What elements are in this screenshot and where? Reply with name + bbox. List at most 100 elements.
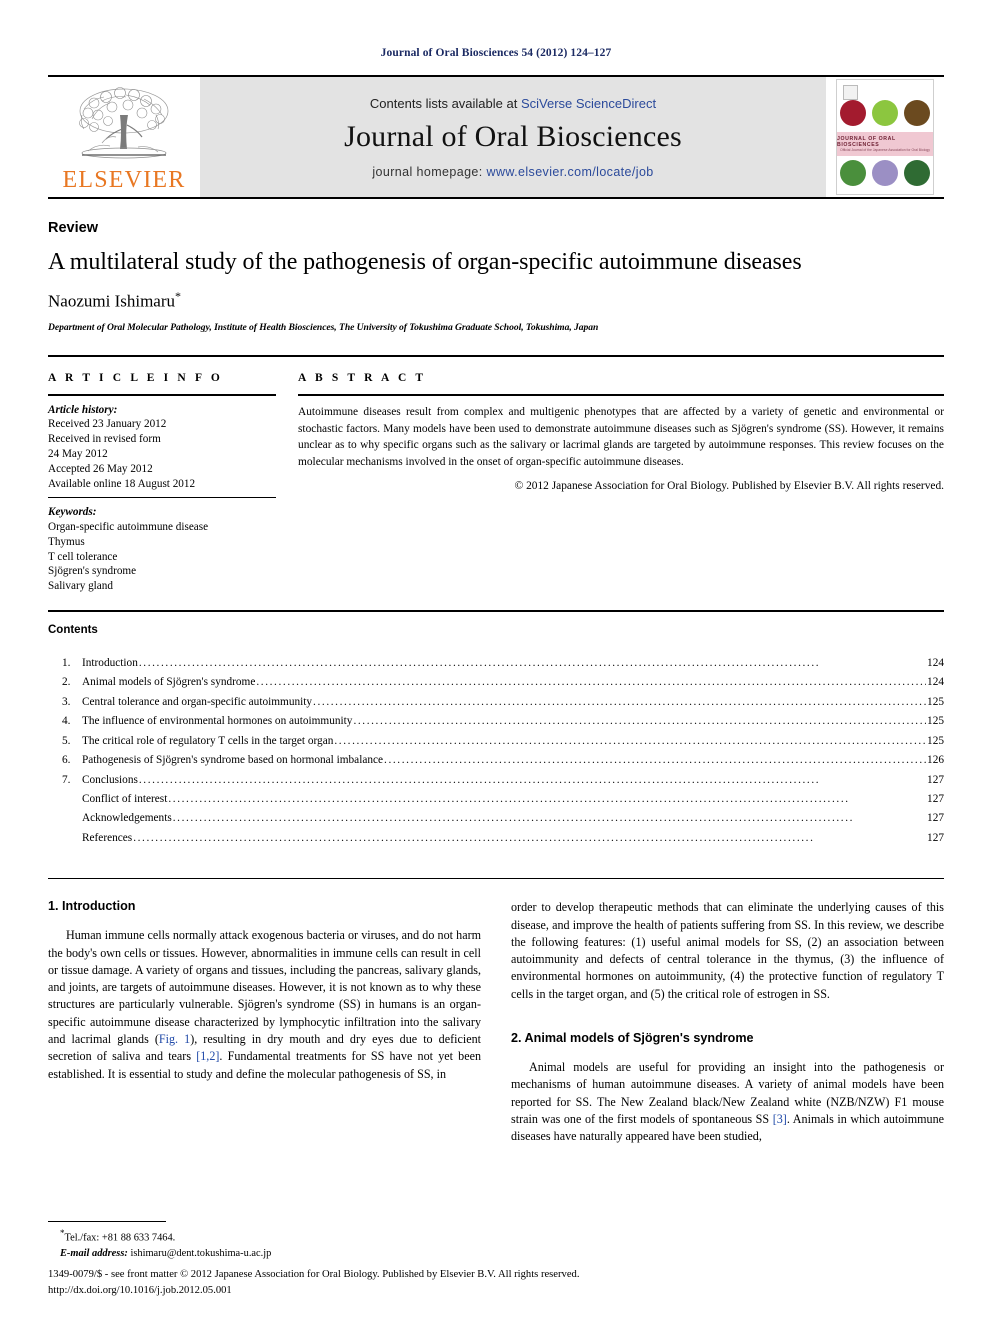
figure-1-link[interactable]: Fig. 1 — [159, 1032, 190, 1046]
keywords-block: Keywords: Organ-specific autoimmune dise… — [48, 498, 276, 594]
toc-leader: ........................................… — [168, 792, 850, 805]
toc-page: 125 — [927, 715, 944, 728]
homepage-link[interactable]: www.elsevier.com/locate/job — [487, 165, 654, 179]
history-item: Accepted 26 May 2012 — [48, 462, 153, 475]
toc-page: 125 — [927, 734, 944, 747]
cover-image: JOURNAL OF ORAL BIOSCIENCES Official Jou… — [836, 79, 934, 195]
elsevier-wordmark: ELSEVIER — [62, 166, 186, 193]
cover-thumb-6 — [904, 160, 930, 186]
toc-leader: ........................................… — [172, 812, 855, 825]
email-label: E-mail address: — [60, 1247, 128, 1259]
toc-number: 5. — [62, 734, 71, 747]
toc-leader: ........................................… — [313, 695, 927, 708]
elsevier-logo: ELSEVIER — [48, 77, 200, 197]
article-info-column: A R T I C L E I N F O Article history: R… — [48, 372, 276, 594]
toc-label[interactable]: Introduction — [82, 654, 138, 673]
citation-link-1-2[interactable]: [1,2] — [196, 1049, 219, 1063]
toc-label[interactable]: Pathogenesis of Sjögren's syndrome based… — [82, 751, 383, 770]
toc-page: 124 — [927, 676, 944, 689]
toc-leader: ........................................… — [384, 754, 926, 767]
toc-entry[interactable]: Conflict of interest ...................… — [62, 790, 944, 809]
toc-page: 127 — [927, 812, 944, 825]
footer-copyright: 1349-0079/$ - see front matter © 2012 Ja… — [48, 1269, 580, 1281]
cover-thumb-2 — [872, 100, 898, 126]
toc-leader: ........................................… — [138, 657, 821, 670]
toc-label[interactable]: Conflict of interest — [82, 790, 167, 809]
footer-doi[interactable]: http://dx.doi.org/10.1016/j.job.2012.05.… — [48, 1283, 579, 1298]
keyword-item: Sjögren's syndrome — [48, 565, 137, 578]
keyword-item: Thymus — [48, 535, 85, 548]
history-item: Available online 18 August 2012 — [48, 477, 196, 490]
toc-leader: ........................................… — [334, 734, 927, 747]
history-label: Article history: — [48, 403, 118, 416]
journal-cover-thumbnail: JOURNAL OF ORAL BIOSCIENCES Official Jou… — [826, 77, 944, 197]
keyword-item: T cell tolerance — [48, 550, 118, 563]
toc-number: 6. — [62, 754, 71, 767]
toc-page: 126 — [927, 754, 944, 767]
history-item: Received 23 January 2012 — [48, 418, 167, 431]
toc-entry[interactable]: Acknowledgements .......................… — [62, 809, 944, 828]
contents-heading: Contents — [48, 624, 98, 637]
footnote-rule — [48, 1221, 166, 1223]
cover-thumb-4 — [840, 160, 866, 186]
toc-label[interactable]: Conclusions — [82, 771, 138, 790]
citation-link-3[interactable]: [3] — [773, 1112, 787, 1126]
cover-row-bottom — [837, 158, 933, 188]
paragraph-intro: Human immune cells normally attack exoge… — [48, 928, 481, 1081]
abstract-text: Autoimmune diseases result from complex … — [298, 405, 944, 469]
cover-logo-badge — [843, 85, 858, 100]
corresponding-author-marker: * — [175, 289, 181, 303]
author-list: Naozumi Ishimaru* — [48, 289, 944, 312]
toc-leader: ........................................… — [353, 715, 926, 728]
email-address[interactable]: ishimaru@dent.tokushima-u.ac.jp — [130, 1248, 271, 1259]
cover-thumb-3 — [904, 100, 930, 126]
author-name: Naozumi Ishimaru — [48, 291, 175, 311]
keyword-item: Salivary gland — [48, 580, 113, 593]
toc-page: 125 — [927, 695, 944, 708]
toc-entry[interactable]: 7. Conclusions .........................… — [62, 771, 944, 790]
journal-masthead: ELSEVIER Contents lists available at Sci… — [48, 75, 944, 199]
toc-entry[interactable]: 3. Central tolerance and organ-specific … — [62, 693, 944, 712]
intro-text-a: Human immune cells normally attack exoge… — [48, 928, 481, 1046]
toc-page: 127 — [927, 773, 944, 786]
toc-entry[interactable]: References .............................… — [62, 829, 944, 848]
footnote-email: E-mail address: ishimaru@dent.tokushima-… — [48, 1246, 468, 1261]
cover-title-band: JOURNAL OF ORAL BIOSCIENCES Official Jou… — [837, 132, 933, 156]
info-block-bottom-rule — [48, 610, 944, 613]
contents-available-line: Contents lists available at SciVerse Sci… — [370, 96, 656, 111]
toc-label[interactable]: Acknowledgements — [82, 809, 172, 828]
article-page: Journal of Oral Biosciences 54 (2012) 12… — [0, 0, 992, 1323]
toc-label[interactable]: References — [82, 829, 132, 848]
toc-entry[interactable]: 4. The influence of environmental hormon… — [62, 712, 944, 731]
masthead-center: Contents lists available at SciVerse Sci… — [200, 77, 826, 197]
homepage-label: journal homepage: — [372, 164, 487, 179]
cover-thumb-5 — [872, 160, 898, 186]
toc-number: 2. — [62, 676, 71, 689]
section-heading-introduction: 1. Introduction — [48, 899, 136, 914]
paragraph-intro-cont: order to develop therapeutic methods tha… — [511, 900, 944, 1001]
corresponding-author-footnote: *Tel./fax: +81 88 633 7464. E-mail addre… — [48, 1221, 468, 1261]
body-column-right: order to develop therapeutic methods tha… — [511, 899, 944, 1145]
page-footer: 1349-0079/$ - see front matter © 2012 Ja… — [48, 1267, 579, 1298]
abstract-column: A B S T R A C T Autoimmune diseases resu… — [298, 372, 944, 594]
toc-label[interactable]: Animal models of Sjögren's syndrome — [82, 673, 255, 692]
running-head: Journal of Oral Biosciences 54 (2012) 12… — [380, 47, 612, 59]
abstract-heading: A B S T R A C T — [298, 371, 427, 384]
toc-label[interactable]: The influence of environmental hormones … — [82, 712, 352, 731]
sciencedirect-link[interactable]: SciVerse ScienceDirect — [521, 96, 656, 111]
author-affiliation: Department of Oral Molecular Pathology, … — [48, 321, 599, 333]
footnote-tel: *Tel./fax: +81 88 633 7464. — [48, 1227, 468, 1246]
footnote-tel-text: Tel./fax: +81 88 633 7464. — [64, 1232, 176, 1244]
toc-entry[interactable]: 1. Introduction ........................… — [62, 654, 944, 673]
article-doctype: Review — [48, 220, 98, 236]
toc-entry[interactable]: 2. Animal models of Sjögren's syndrome .… — [62, 673, 944, 692]
toc-entry[interactable]: 5. The critical role of regulatory T cel… — [62, 732, 944, 751]
toc-label[interactable]: The critical role of regulatory T cells … — [82, 732, 333, 751]
toc-leader: ........................................… — [133, 831, 815, 844]
body-column-left: 1. Introduction Human immune cells norma… — [48, 899, 481, 1145]
toc-label[interactable]: Central tolerance and organ-specific aut… — [82, 693, 312, 712]
toc-page: 127 — [927, 792, 944, 805]
toc-entry[interactable]: 6. Pathogenesis of Sjögren's syndrome ba… — [62, 751, 944, 770]
toc-leader: ........................................… — [256, 676, 927, 689]
toc-number: 4. — [62, 715, 71, 728]
